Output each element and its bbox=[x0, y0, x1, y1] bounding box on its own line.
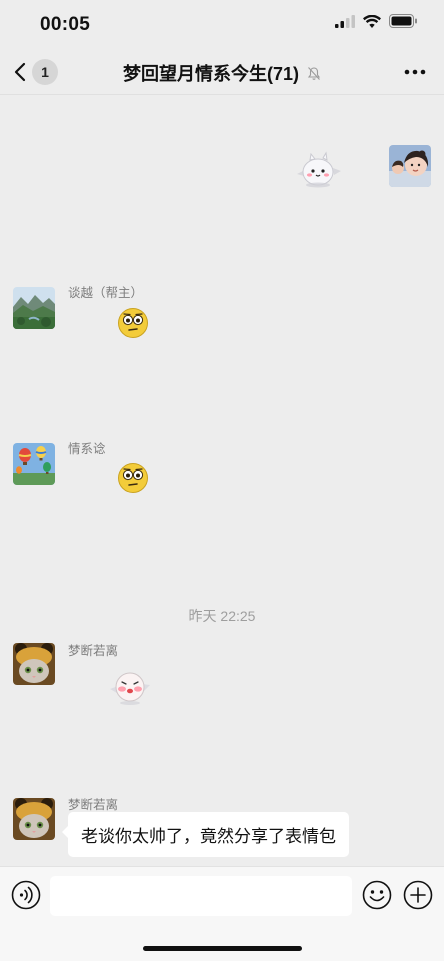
plus-button[interactable] bbox=[403, 880, 433, 915]
sender-avatar[interactable] bbox=[13, 643, 55, 685]
rolling-eyes-emoji[interactable] bbox=[116, 307, 150, 344]
home-indicator[interactable] bbox=[143, 946, 302, 951]
emoji-icon bbox=[362, 880, 392, 910]
sender-name: 梦断若离 bbox=[68, 798, 119, 812]
sender-name: 梦断若离 bbox=[68, 644, 119, 658]
sender-avatar[interactable] bbox=[13, 287, 55, 329]
unread-count-badge: 1 bbox=[32, 59, 58, 85]
sender-avatar[interactable] bbox=[13, 798, 55, 840]
my-avatar[interactable] bbox=[389, 145, 431, 187]
battery-icon bbox=[389, 14, 417, 28]
more-icon bbox=[404, 69, 426, 75]
back-button[interactable]: 1 bbox=[14, 59, 58, 85]
status-time: 00:05 bbox=[40, 14, 91, 35]
sender-name: 情系谂 bbox=[68, 442, 106, 456]
sender-name: 谈越（帮主） bbox=[68, 286, 144, 300]
voice-icon bbox=[11, 880, 41, 910]
sender-avatar[interactable] bbox=[13, 443, 55, 485]
message-bubble[interactable]: 老谈你太帅了，竟然分享了表情包 bbox=[62, 812, 349, 857]
shy-bun-sticker[interactable] bbox=[106, 665, 154, 712]
message-timestamp: 昨天 22:25 bbox=[188, 608, 256, 624]
more-options-button[interactable] bbox=[404, 62, 426, 87]
plus-icon bbox=[403, 880, 433, 910]
emoji-button[interactable] bbox=[362, 880, 392, 915]
input-bar bbox=[0, 866, 444, 961]
message-input[interactable] bbox=[50, 876, 352, 916]
mute-bell-icon bbox=[307, 66, 321, 80]
message-list[interactable]: 谈越（帮主） 情系谂 昨天 22:25 梦断若离 梦断若离 老谈你太帅了，竟然分… bbox=[0, 95, 444, 865]
rolling-eyes-emoji[interactable] bbox=[116, 462, 150, 499]
white-blob-sticker[interactable] bbox=[294, 150, 344, 195]
chat-title: 梦回望月情系今生(71) bbox=[122, 64, 299, 84]
voice-button[interactable] bbox=[11, 880, 41, 915]
chat-title-group: 梦回望月情系今生(71) bbox=[80, 60, 364, 86]
wifi-icon bbox=[363, 14, 381, 28]
cellular-signal-icon bbox=[335, 14, 355, 28]
status-icons bbox=[335, 14, 418, 28]
chevron-left-icon bbox=[14, 62, 26, 82]
chat-header: 1 梦回望月情系今生(71) bbox=[0, 50, 444, 95]
status-bar: 00:05 bbox=[0, 0, 444, 50]
